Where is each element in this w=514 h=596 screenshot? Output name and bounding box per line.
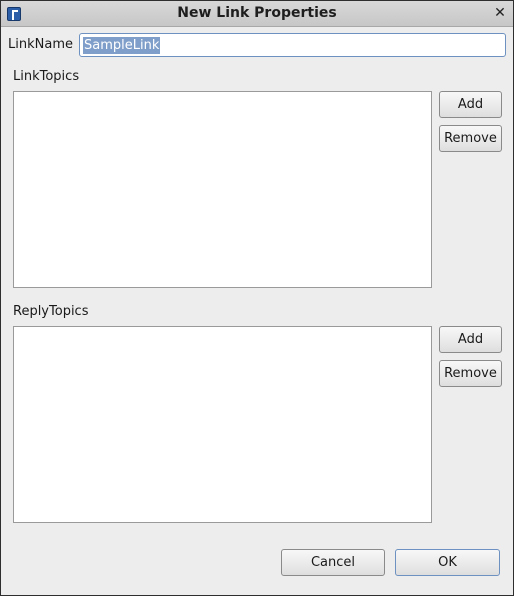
link-topics-remove-button[interactable]: Remove [439,125,502,152]
dialog-window: New Link Properties ✕ LinkName SampleLin… [0,0,514,596]
reply-topics-label: ReplyTopics [13,304,89,319]
link-name-label: LinkName [8,37,73,52]
link-topics-label: LinkTopics [13,69,80,84]
reply-topics-list[interactable] [13,326,432,523]
link-topics-add-button[interactable]: Add [439,91,502,118]
ok-button[interactable]: OK [395,549,500,576]
link-name-field[interactable]: SampleLink [79,33,506,57]
title-bar[interactable]: New Link Properties ✕ [1,1,513,27]
reply-topics-add-button[interactable]: Add [439,326,502,353]
close-icon[interactable]: ✕ [491,4,509,22]
link-name-value: SampleLink [83,37,161,54]
link-topics-list[interactable] [13,91,432,288]
window-title: New Link Properties [177,5,337,21]
cancel-button[interactable]: Cancel [281,549,385,576]
reply-topics-remove-button[interactable]: Remove [439,360,502,387]
